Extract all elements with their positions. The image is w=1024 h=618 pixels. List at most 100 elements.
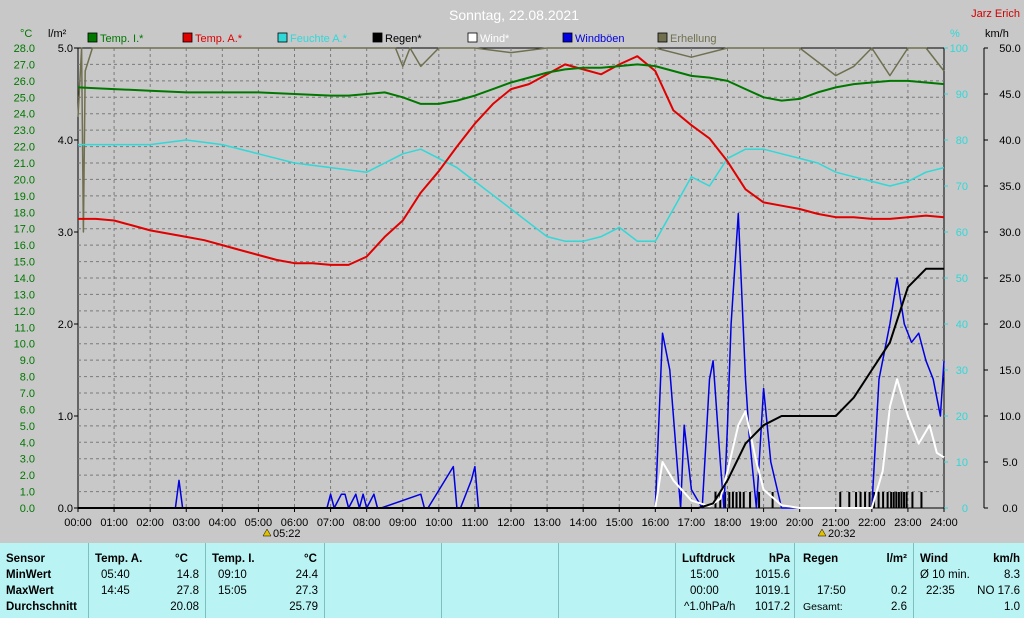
x-tick-label: 18:00 — [714, 517, 742, 529]
x-tick-label: 24:00 — [930, 517, 958, 529]
x-tick-label: 02:00 — [136, 517, 164, 529]
author-label: Jarz Erich — [971, 8, 1020, 20]
weather-chart: 0.0 1.0 2.0 3.0 4.0 5.0 6.0 7.0 8.0 9.0 10.0 11.0 12… — [14, 7, 1021, 540]
humidity-tick-label: 10 — [956, 457, 968, 469]
temp-i-min-time: 09:10 — [218, 569, 247, 581]
row-min-label: MinWert — [6, 569, 52, 581]
temp-tick-label: 25.0 — [14, 92, 35, 104]
sun-icon — [817, 528, 827, 537]
x-tick-label: 16:00 — [642, 517, 670, 529]
x-tick-label: 00:00 — [64, 517, 92, 529]
humidity-tick-label: 50 — [956, 273, 968, 285]
rain-max-time: 17:50 — [817, 585, 846, 597]
x-axis-ticks: 00:00 01:00 02:00 03:00 04:00 05:00 06:00 07:00… — [64, 508, 958, 529]
rain-tick-label: 5.0 — [58, 43, 73, 55]
col-temp-a: Temp. A. °C 05:40 14.8 14:45 27.8 20.08 — [89, 543, 206, 618]
temp-tick-label: 10.0 — [14, 339, 35, 351]
wind-max-val: NO 17.6 — [977, 585, 1020, 597]
rain-bar — [903, 492, 906, 508]
legend-label: Temp. I.* — [100, 33, 144, 45]
humidity-tick-label: 80 — [956, 135, 968, 147]
temp-tick-label: 0.0 — [20, 503, 35, 515]
temp-tick-label: 1.0 — [20, 487, 35, 499]
legend-label: Erhellung — [670, 33, 716, 45]
temp-tick-label: 21.0 — [14, 158, 35, 170]
rain-total-label: Gesamt: — [803, 601, 843, 613]
rain-bar — [848, 492, 851, 508]
pressure-max-val: 1019.1 — [754, 585, 790, 597]
temp-tick-label: 19.0 — [14, 191, 35, 203]
rain-bar — [897, 492, 900, 508]
legend-label: Regen* — [385, 33, 422, 45]
rain-header: Regen — [803, 553, 839, 565]
x-tick-label: 11:00 — [462, 517, 489, 529]
x-tick-label: 08:00 — [353, 517, 381, 529]
chart-title: Sonntag, 22.08.2021 — [449, 7, 579, 23]
rain-bar — [839, 492, 842, 508]
wind-tick-label: 35.0 — [999, 181, 1020, 193]
temp-i-min-val: 24.4 — [295, 569, 318, 581]
temp-tick-label: 3.0 — [20, 454, 35, 466]
rain-max-val: 0.2 — [891, 585, 907, 597]
sunset-time: 20:32 — [828, 528, 856, 540]
pressure-trend-label: ^1.0hPa/h — [684, 601, 736, 613]
rain-bar — [859, 492, 862, 508]
legend-label: Temp. A.* — [195, 33, 243, 45]
sunrise-time: 05:22 — [273, 528, 301, 540]
temp-tick-label: 18.0 — [14, 207, 35, 219]
temp-a-avg: 20.08 — [170, 601, 199, 613]
temp-tick-label: 27.0 — [14, 59, 35, 71]
temp-tick-label: 7.0 — [20, 388, 35, 400]
x-tick-label: 22:00 — [858, 517, 886, 529]
temp-a-min-time: 05:40 — [101, 569, 130, 581]
rain-bar — [920, 492, 923, 508]
wind-avg-val: 8.3 — [1004, 569, 1020, 581]
col-wind: Wind km/h Ø 10 min. 8.3 22:35 NO 17.6 1.… — [914, 543, 1024, 618]
unit-temp-label: °C — [20, 28, 32, 40]
legend: Temp. I.* Temp. A.* Feuchte A.* Regen* Wind*… — [87, 32, 716, 45]
rain-bar — [877, 492, 880, 508]
wind-tick-label: 50.0 — [999, 43, 1020, 55]
x-tick-label: 04:00 — [209, 517, 237, 529]
pressure-min-val: 1015.6 — [754, 569, 790, 581]
x-tick-label: 23:00 — [894, 517, 922, 529]
humidity-tick-label: 70 — [956, 181, 968, 193]
rain-bar — [739, 492, 742, 508]
row-max-label: MaxWert — [6, 585, 54, 597]
rain-tick-label: 1.0 — [58, 411, 73, 423]
wind-tick-label: 25.0 — [999, 273, 1020, 285]
temp-i-max-val: 27.3 — [295, 585, 318, 597]
rain-bar — [758, 492, 761, 508]
wind-tick-label: 15.0 — [999, 365, 1020, 377]
legend-label: Feuchte A.* — [290, 33, 348, 45]
rain-bar — [749, 492, 752, 508]
col-pressure: Luftdruck hPa 15:00 1015.6 00:00 1019.1 … — [676, 543, 795, 618]
temp-tick-label: 11.0 — [14, 322, 35, 334]
x-tick-label: 05:00 — [245, 517, 273, 529]
wind-tick-label: 5.0 — [1002, 457, 1017, 469]
wind-unit: km/h — [993, 553, 1020, 565]
temp-tick-label: 6.0 — [20, 404, 35, 416]
temp-tick-label: 23.0 — [14, 125, 35, 137]
legend-label: Windböen — [575, 33, 625, 45]
temp-tick-label: 8.0 — [20, 372, 35, 384]
humidity-tick-label: 90 — [956, 89, 968, 101]
temp-tick-label: 5.0 — [20, 421, 35, 433]
wind-tick-label: 40.0 — [999, 135, 1020, 147]
rain-bar — [886, 492, 889, 508]
col-rain: Regen l/m² 17:50 0.2 Gesamt: 2.6 — [795, 543, 914, 618]
rain-unit: l/m² — [886, 553, 907, 565]
rain-bar — [735, 492, 738, 508]
temp-tick-label: 24.0 — [14, 109, 35, 121]
pressure-unit: hPa — [768, 553, 790, 565]
row-avg-label: Durchschnitt — [6, 601, 77, 613]
legend-label: Wind* — [480, 33, 510, 45]
temp-tick-label: 16.0 — [14, 240, 35, 252]
temp-tick-label: 15.0 — [14, 257, 35, 269]
x-tick-label: 15:00 — [605, 517, 633, 529]
wind-tick-label: 10.0 — [999, 411, 1020, 423]
x-tick-label: 14:00 — [569, 517, 597, 529]
sun-icon — [262, 528, 272, 537]
humidity-tick-label: 20 — [956, 411, 968, 423]
wind-tick-label: 30.0 — [999, 227, 1020, 239]
